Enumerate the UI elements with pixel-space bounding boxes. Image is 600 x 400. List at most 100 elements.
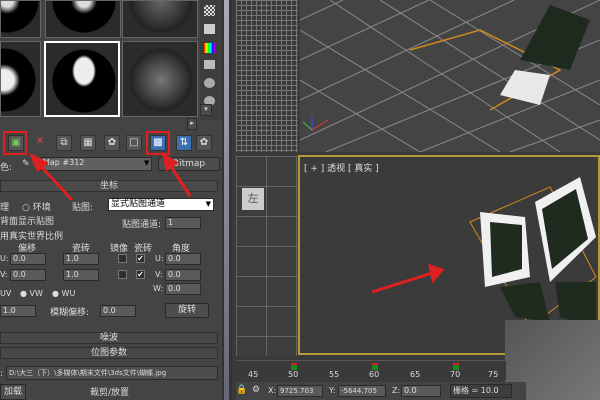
lock-icon[interactable]: 🔒 xyxy=(236,385,247,395)
v-mirror-checkbox[interactable] xyxy=(118,270,127,279)
map-dropdown-icon[interactable]: ▼ xyxy=(144,159,149,167)
sample-slot[interactable] xyxy=(45,0,121,38)
perspective-grid xyxy=(299,0,600,153)
v-offset-field[interactable]: 0.0 xyxy=(10,269,46,281)
sample-slot[interactable] xyxy=(0,0,41,38)
grid-size-readout: 栅格 = 10.0 xyxy=(450,384,512,398)
map-channel-label: 贴图通道: xyxy=(122,220,162,230)
blur-field[interactable]: 1.0 xyxy=(0,305,36,317)
map-name-field[interactable]: Map #312 xyxy=(40,157,152,171)
keyframe-marker[interactable] xyxy=(372,363,378,370)
tick-label: 65 xyxy=(410,370,421,379)
env-label: 环境 xyxy=(32,203,51,213)
u-label: U: xyxy=(0,254,9,263)
blur-offset-label: 模糊偏移: xyxy=(50,308,90,318)
viewport-top-perspective[interactable] xyxy=(299,0,600,153)
put-library-icon[interactable]: ▦ xyxy=(80,135,96,151)
mapping-label: 贴图: xyxy=(72,203,94,213)
texture-label: 理 xyxy=(0,203,10,213)
viewport-top-left[interactable] xyxy=(236,0,298,152)
tick-label: 60 xyxy=(369,370,380,379)
bitmap-params-rollout-header[interactable]: 位图参数 xyxy=(0,347,218,359)
sample-slot-selected[interactable] xyxy=(44,41,120,117)
map-type-button[interactable]: Bitmap xyxy=(158,157,220,171)
u-tile-checkbox[interactable]: ✔ xyxy=(136,254,145,263)
viewport-left[interactable]: 左 xyxy=(236,156,298,356)
make-unique-icon[interactable]: ⧉ xyxy=(56,135,72,151)
z-label: Z: xyxy=(392,386,401,395)
uv-radio[interactable]: UV xyxy=(0,289,11,298)
mapping-select[interactable]: 显式贴图通道 ▼ xyxy=(108,198,214,211)
angle-u-field[interactable]: 0.0 xyxy=(165,253,201,265)
vw-radio[interactable]: ● VW xyxy=(20,289,43,298)
show-shaded-icon[interactable]: □ xyxy=(126,135,142,151)
color-check-icon[interactable] xyxy=(204,43,215,53)
blur-offset-field[interactable]: 0.0 xyxy=(100,305,136,317)
axis-gizmo-icon xyxy=(302,115,329,131)
highlight-box xyxy=(146,131,170,155)
coordinates-rollout-header[interactable]: 坐标 xyxy=(0,180,218,192)
tile-label: 瓷砖 xyxy=(134,244,153,254)
background-icon[interactable] xyxy=(204,5,215,16)
angle-w-field[interactable]: 0.0 xyxy=(165,283,201,295)
angle-w-label: W: xyxy=(153,284,164,293)
sample-slot[interactable] xyxy=(122,41,198,117)
crop-placement-group: 裁剪/放置 xyxy=(90,388,130,398)
go-to-parent-icon[interactable]: ⇅ xyxy=(176,135,192,151)
angle-u-label: U: xyxy=(155,254,164,263)
vw-label: VW xyxy=(29,289,43,298)
backlight-icon[interactable] xyxy=(204,24,215,34)
map-label: 色: xyxy=(0,163,13,173)
material-id-icon[interactable]: ✿ xyxy=(104,135,120,151)
noise-rollout-header[interactable]: 噪波 xyxy=(0,332,218,344)
material-editor: ▾ ▸ ▣ ✕ ⧉ ▦ ✿ □ ▩ ⇅ ✿ 色: ✎ Map #312 ▼ Bi… xyxy=(0,0,222,400)
v-tile-checkbox[interactable]: ✔ xyxy=(136,270,145,279)
absolute-mode-icon[interactable]: ⚙ xyxy=(252,385,260,395)
map-channel-field[interactable]: 1 xyxy=(165,217,201,229)
wu-radio[interactable]: ● WU xyxy=(52,289,75,298)
rotate-button[interactable]: 旋转 xyxy=(165,303,209,318)
side-toolbar xyxy=(200,0,222,120)
bitmap-path-button[interactable]: D:\大三（下）\多媒体\期末文件\3ds文件\蝴蝶.jpg xyxy=(6,366,218,380)
u-mirror-checkbox[interactable] xyxy=(118,254,127,263)
wu-label: WU xyxy=(61,289,76,298)
video-color-icon[interactable] xyxy=(204,60,215,69)
tick-label: 75 xyxy=(488,370,499,379)
preview-icon[interactable] xyxy=(204,78,215,88)
y-label: Y: xyxy=(329,386,336,395)
environ-radio[interactable]: ○ 环境 xyxy=(22,200,51,213)
sample-slot[interactable] xyxy=(0,41,41,117)
v-tiling-field[interactable]: 1.0 xyxy=(63,269,99,281)
v-label: V: xyxy=(0,270,8,279)
butterfly-model[interactable] xyxy=(480,177,596,327)
u-tiling-field[interactable]: 1.0 xyxy=(63,253,99,265)
mirror-label: 镜像 xyxy=(110,244,129,254)
sample-slot[interactable] xyxy=(122,0,198,38)
highlight-box xyxy=(3,131,27,155)
status-bar: 🔒 ⚙ X: 9725.703 Y: -5644.705 Z: 0.0 栅格 =… xyxy=(236,382,526,400)
tick-label: 70 xyxy=(450,370,461,379)
viewcube-left[interactable]: 左 xyxy=(242,188,264,210)
angle-v-field[interactable]: 0.0 xyxy=(165,269,201,281)
tick-label: 50 xyxy=(288,370,299,379)
reload-button[interactable]: 加载 xyxy=(0,384,26,400)
go-forward-icon[interactable]: ✿ xyxy=(196,135,212,151)
x-coordinate-field[interactable]: 9725.703 xyxy=(277,385,323,397)
scroll-down-button[interactable]: ▾ xyxy=(200,104,212,116)
keyframe-marker[interactable] xyxy=(291,363,297,370)
eyedropper-icon[interactable]: ✎ xyxy=(22,159,30,169)
tick-label: 55 xyxy=(329,370,340,379)
scroll-right-button[interactable]: ▸ xyxy=(187,118,197,130)
mapping-value: 显式贴图通道 xyxy=(111,199,166,209)
keyframe-marker[interactable] xyxy=(453,363,459,370)
z-coordinate-field[interactable]: 0.0 xyxy=(401,385,441,397)
timeline[interactable]: 45 50 55 60 65 70 75 xyxy=(236,360,506,380)
bitmap-label: : xyxy=(0,369,4,379)
panel-scrollbar[interactable] xyxy=(222,0,232,400)
y-coordinate-field[interactable]: -5644.705 xyxy=(338,385,386,397)
show-map-on-back-label[interactable]: 背面显示贴图 xyxy=(0,214,54,227)
delete-icon[interactable]: ✕ xyxy=(32,135,48,151)
x-label: X: xyxy=(268,386,277,395)
tick-label: 45 xyxy=(248,370,259,379)
u-offset-field[interactable]: 0.0 xyxy=(10,253,46,265)
